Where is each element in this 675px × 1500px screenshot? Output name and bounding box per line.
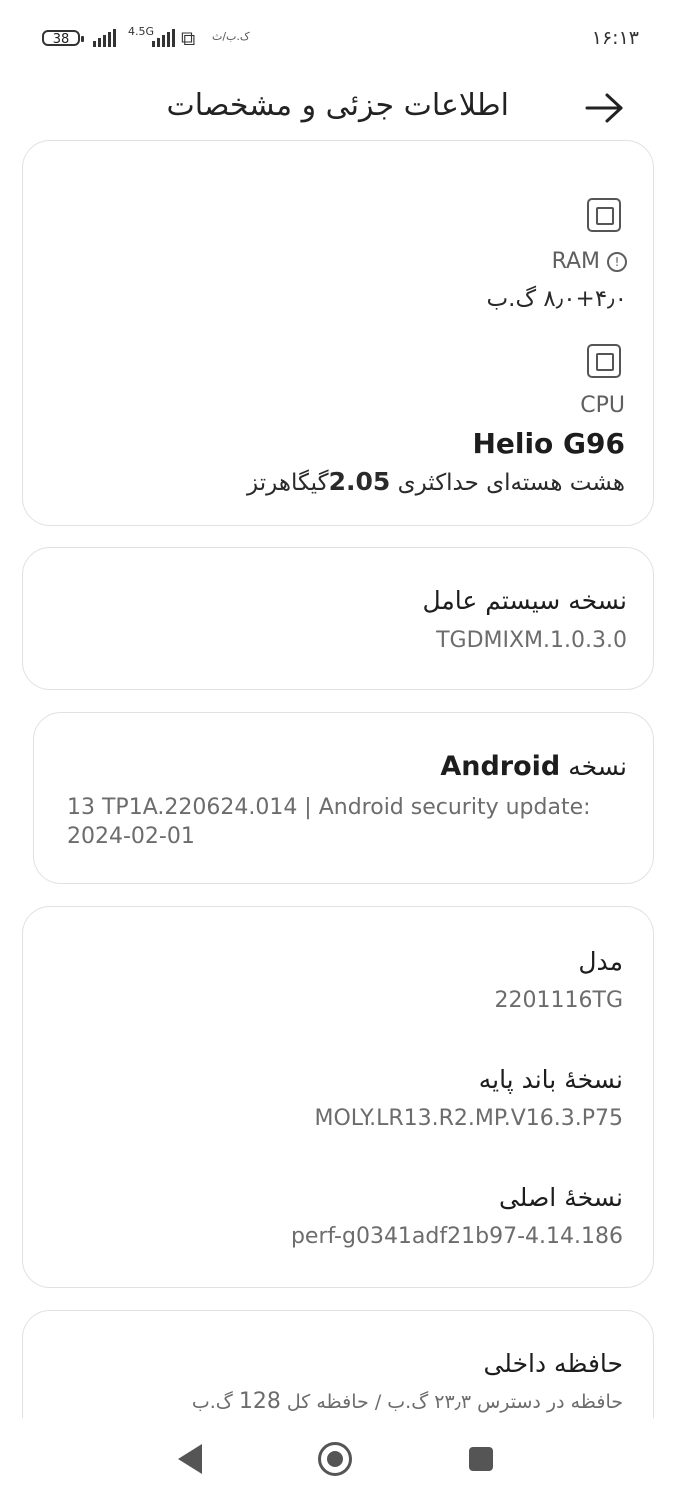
storage-available-value: ۲۳٫۳ گ.ب bbox=[387, 1391, 472, 1413]
signal-icon-2 bbox=[152, 28, 175, 47]
ram-label: RAM bbox=[551, 249, 600, 274]
os-version-label: نسخه سیستم عامل bbox=[422, 586, 627, 615]
ram-value: ۸٫۰+۴٫۰ گ.ب bbox=[486, 286, 628, 312]
carrier-label: ک.ب/ث bbox=[212, 30, 250, 43]
cpu-desc-prefix: هشت هسته‌ای حداکثری bbox=[397, 470, 625, 496]
android-brand: Android bbox=[440, 751, 561, 782]
cpu-frequency: 2.05 bbox=[328, 467, 391, 496]
network-type: 4.5G bbox=[128, 25, 155, 38]
kernel-label: نسخهٔ اصلی bbox=[498, 1183, 623, 1212]
device-info-card: مدل 2201116TG نسخهٔ باند پایه MOLY.LR13.… bbox=[22, 906, 654, 1288]
nav-home-icon[interactable] bbox=[318, 1442, 352, 1476]
specs-card: ! RAM ۸٫۰+۴٫۰ گ.ب CPU Helio G96 هشت هسته… bbox=[22, 140, 654, 526]
arrow-right-icon[interactable] bbox=[583, 90, 627, 126]
model-label: مدل bbox=[578, 947, 623, 976]
cpu-name: Helio G96 bbox=[472, 427, 625, 460]
signal-icon bbox=[93, 28, 116, 47]
storage-available-text: حافظه در دسترس bbox=[477, 1391, 623, 1413]
baseband-label: نسخهٔ باند پایه bbox=[478, 1065, 623, 1094]
storage-total-unit: گ.ب bbox=[191, 1391, 233, 1413]
android-label-prefix: نسخه bbox=[568, 752, 627, 781]
nav-recents-icon[interactable] bbox=[469, 1447, 493, 1471]
android-version-label: نسخه Android bbox=[440, 751, 627, 782]
status-bar: 38 4.5G ⧉ ک.ب/ث ۱۶:۱۳ bbox=[0, 0, 675, 74]
storage-summary: حافظه در دسترس ۲۳٫۳ گ.ب / حافظه کل 128 گ… bbox=[192, 1389, 623, 1414]
nav-back-icon[interactable] bbox=[178, 1444, 202, 1474]
data-saver-icon: ⧉ bbox=[181, 26, 196, 50]
cpu-chip-icon bbox=[581, 344, 627, 378]
kernel-value: 4.14.186-perf-g0341adf21b97 bbox=[290, 1224, 623, 1249]
storage-total-value: 128 bbox=[238, 1389, 281, 1414]
cpu-desc-suffix: گیگاهرتز bbox=[247, 470, 329, 496]
os-version-value: 1.0.3.0.TGDMIXM bbox=[436, 628, 627, 653]
storage-total-text: حافظه کل bbox=[286, 1391, 369, 1413]
storage-separator: / bbox=[374, 1391, 382, 1413]
battery-level: 38 bbox=[52, 32, 70, 47]
os-version-card[interactable]: نسخه سیستم عامل 1.0.3.0.TGDMIXM bbox=[22, 547, 654, 690]
memory-chip-icon bbox=[581, 198, 627, 232]
navigation-bar bbox=[0, 1418, 675, 1500]
storage-label: حافظه داخلی bbox=[483, 1349, 623, 1378]
android-version-card[interactable]: نسخه Android 13 TP1A.220624.014 | Androi… bbox=[33, 712, 654, 884]
clock: ۱۶:۱۳ bbox=[591, 27, 639, 49]
page-title: اطلاعات جزئی و مشخصات bbox=[166, 88, 509, 123]
android-version-line1: 13 TP1A.220624.014 | Android security up… bbox=[67, 795, 591, 820]
model-value: 2201116TG bbox=[494, 988, 623, 1013]
cpu-label: CPU bbox=[580, 393, 625, 418]
battery-icon: 38 bbox=[42, 30, 84, 47]
ram-label-row: ! RAM bbox=[552, 249, 627, 274]
info-icon[interactable]: ! bbox=[607, 252, 627, 272]
android-version-value: 13 TP1A.220624.014 | Android security up… bbox=[67, 793, 591, 851]
cpu-description: هشت هسته‌ای حداکثری 2.05گیگاهرتز bbox=[247, 467, 625, 496]
android-version-line2: 2024-02-01 bbox=[67, 824, 195, 849]
baseband-value: MOLY.LR13.R2.MP.V16.3.P75 bbox=[314, 1106, 623, 1131]
